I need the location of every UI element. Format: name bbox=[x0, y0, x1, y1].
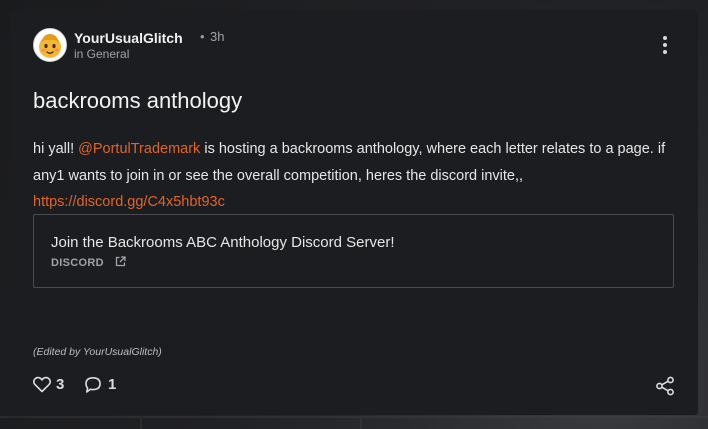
embed-title[interactable]: Join the Backrooms ABC Anthology Discord… bbox=[51, 234, 395, 251]
external-link-icon bbox=[115, 256, 126, 267]
edited-note: (Edited by YourUsualGlitch) bbox=[33, 346, 162, 358]
share-icon bbox=[656, 376, 674, 396]
post-time: 3h bbox=[210, 29, 225, 44]
share-button[interactable] bbox=[655, 376, 675, 396]
author-avatar[interactable] bbox=[33, 28, 67, 62]
comment-button[interactable]: 1 bbox=[84, 374, 120, 396]
body-intro: hi yall! bbox=[33, 141, 79, 157]
post-body: hi yall! @PortulTrademark is hosting a b… bbox=[33, 136, 678, 216]
menu-dot bbox=[663, 43, 667, 47]
post-card: YourUsualGlitch • 3h in General backroom… bbox=[10, 10, 698, 415]
user-mention-link[interactable]: @PortulTrademark bbox=[78, 141, 200, 157]
embed-source: DISCORD bbox=[51, 257, 104, 269]
comment-icon bbox=[85, 377, 101, 393]
like-count: 3 bbox=[56, 376, 65, 393]
kebab-menu-icon[interactable] bbox=[657, 34, 673, 56]
background-decoration bbox=[360, 418, 362, 429]
post-title: backrooms anthology bbox=[33, 88, 243, 113]
discord-invite-link[interactable]: https://discord.gg/C4x5hbt93c bbox=[33, 194, 225, 210]
background-decoration bbox=[0, 416, 708, 418]
menu-dot bbox=[663, 36, 667, 40]
meta-separator: • bbox=[200, 29, 205, 44]
post-category[interactable]: in General bbox=[74, 47, 129, 61]
author-name[interactable]: YourUsualGlitch bbox=[74, 30, 183, 46]
emoji-face-icon bbox=[39, 34, 61, 58]
like-button[interactable]: 3 bbox=[33, 374, 69, 396]
comment-count: 1 bbox=[108, 376, 117, 393]
background-decoration bbox=[140, 418, 142, 429]
link-embed-card[interactable]: Join the Backrooms ABC Anthology Discord… bbox=[33, 214, 674, 288]
heart-icon bbox=[33, 376, 51, 393]
menu-dot bbox=[663, 50, 667, 54]
